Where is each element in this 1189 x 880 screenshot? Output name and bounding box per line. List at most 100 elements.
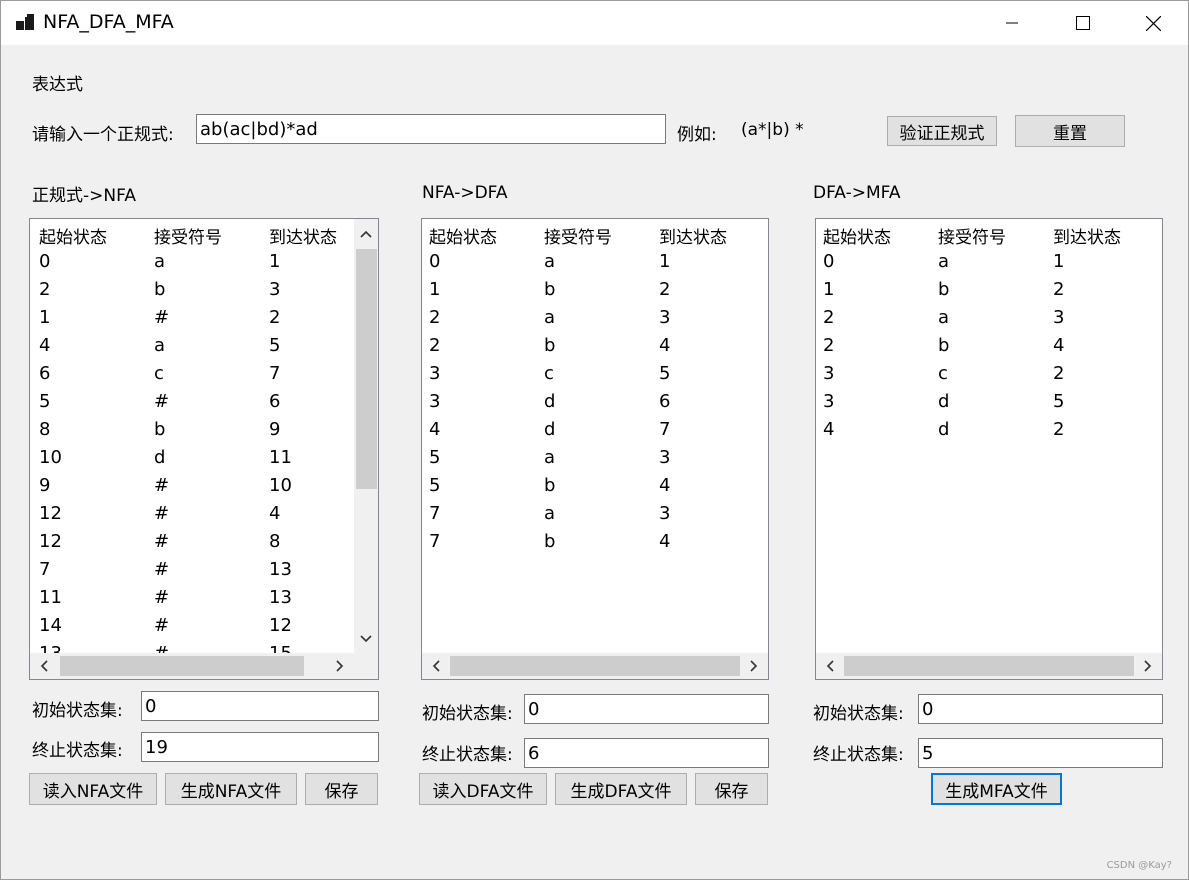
list-item[interactable]: 5 b 4: [422, 475, 768, 503]
generate-nfa-file-button[interactable]: 生成NFA文件: [165, 773, 297, 805]
close-button[interactable]: [1118, 1, 1188, 45]
cell-symbol: c: [938, 363, 948, 384]
scroll-right-button[interactable]: [1134, 653, 1162, 679]
column-header-target[interactable]: 到达状态: [1053, 223, 1121, 248]
list-item[interactable]: 1 b 2: [816, 279, 1162, 307]
list-item[interactable]: 2 b 4: [816, 335, 1162, 363]
list-item[interactable]: 7 b 4: [422, 531, 768, 559]
list-item[interactable]: 3 d 6: [422, 391, 768, 419]
chevron-left-icon: [432, 660, 440, 672]
list-item[interactable]: 3 c 2: [816, 363, 1162, 391]
minimize-button[interactable]: [977, 1, 1047, 45]
cell-symbol: b: [154, 279, 166, 300]
column-header-symbol[interactable]: 接受符号: [544, 223, 612, 248]
cell-target-state: 4: [659, 335, 671, 356]
chevron-right-icon: [336, 660, 344, 672]
column-header-start[interactable]: 起始状态: [823, 223, 891, 248]
cell-start-state: 12: [39, 531, 62, 552]
mfa-final-input[interactable]: 5: [918, 738, 1163, 768]
list-item[interactable]: 4 a 5: [30, 335, 378, 363]
cell-start-state: 10: [39, 447, 62, 468]
cell-target-state: 4: [659, 531, 671, 552]
scroll-left-button[interactable]: [816, 653, 844, 679]
list-item[interactable]: 1 b 2: [422, 279, 768, 307]
cell-start-state: 1: [823, 279, 835, 300]
scroll-down-button[interactable]: [354, 624, 378, 654]
cell-target-state: 5: [269, 335, 281, 356]
list-item[interactable]: 0 a 1: [816, 251, 1162, 279]
cell-start-state: 0: [39, 251, 51, 272]
dfa-horizontal-scroll-thumb[interactable]: [450, 656, 740, 676]
save-dfa-button[interactable]: 保存: [695, 773, 768, 805]
list-item[interactable]: 2 a 3: [816, 307, 1162, 335]
column-header-symbol[interactable]: 接受符号: [154, 223, 222, 248]
list-item[interactable]: 7 #13: [30, 559, 378, 587]
nfa-horizontal-scrollbar[interactable]: [30, 653, 354, 679]
generate-mfa-file-button[interactable]: 生成MFA文件: [931, 773, 1062, 805]
list-item[interactable]: 7 a 3: [422, 503, 768, 531]
read-nfa-file-button[interactable]: 读入NFA文件: [29, 773, 157, 805]
cell-start-state: 7: [39, 559, 51, 580]
cell-symbol: b: [938, 279, 950, 300]
list-item[interactable]: 2 b 4: [422, 335, 768, 363]
column-header-symbol[interactable]: 接受符号: [938, 223, 1006, 248]
regex-input[interactable]: ab(ac|bd)*ad: [196, 114, 666, 144]
list-item[interactable]: 9 #10: [30, 475, 378, 503]
mfa-horizontal-scroll-thumb[interactable]: [844, 656, 1134, 676]
mfa-transition-list[interactable]: 起始状态 接受符号 到达状态 0 a 1 1 b 2 2 a 3 2 b 4 3 c 2 3 d 5 4 d 2: [815, 218, 1163, 680]
list-item[interactable]: 2 b 3: [30, 279, 378, 307]
generate-dfa-file-button[interactable]: 生成DFA文件: [555, 773, 687, 805]
nfa-initial-input[interactable]: 0: [141, 691, 379, 721]
main-window: NFA_DFA_MFA 表达式 请输入一个正规式: ab(ac|bd)*ad 例…: [0, 0, 1189, 880]
scroll-left-button[interactable]: [422, 653, 450, 679]
list-item[interactable]: 5 a 3: [422, 447, 768, 475]
dfa-final-input[interactable]: 6: [524, 738, 769, 768]
list-item[interactable]: 12 #8: [30, 531, 378, 559]
validate-regex-button[interactable]: 验证正规式: [887, 116, 997, 146]
list-item[interactable]: 3 d 5: [816, 391, 1162, 419]
list-item[interactable]: 10 d 11: [30, 447, 378, 475]
list-item[interactable]: 2 a 3: [422, 307, 768, 335]
nfa-vertical-scroll-thumb[interactable]: [356, 249, 377, 489]
scroll-right-button[interactable]: [326, 653, 354, 679]
nfa-transition-list[interactable]: 起始状态 接受符号 到达状态 0 a 1 2 b 3 1 #2 4 a 5 6 c 7 5 #6 8 b 9 10 d 1…: [29, 218, 379, 680]
column-header-target[interactable]: 到达状态: [659, 223, 727, 248]
title-bar[interactable]: NFA_DFA_MFA: [1, 1, 1188, 45]
list-item[interactable]: 0 a 1: [422, 251, 768, 279]
list-item[interactable]: 0 a 1: [30, 251, 378, 279]
column-header-target[interactable]: 到达状态: [269, 223, 337, 248]
list-item[interactable]: 5 #6: [30, 391, 378, 419]
mfa-initial-label: 初始状态集:: [813, 704, 904, 724]
list-item[interactable]: 6 c 7: [30, 363, 378, 391]
cell-start-state: 4: [823, 419, 835, 440]
mfa-horizontal-scrollbar[interactable]: [816, 653, 1162, 679]
list-item[interactable]: 4 d 2: [816, 419, 1162, 447]
nfa-final-input[interactable]: 19: [141, 732, 379, 762]
column-header-start[interactable]: 起始状态: [429, 223, 497, 248]
maximize-button[interactable]: [1048, 1, 1118, 45]
cell-target-state: 6: [269, 391, 281, 412]
column-header-start[interactable]: 起始状态: [39, 223, 107, 248]
nfa-vertical-scrollbar[interactable]: [354, 219, 378, 653]
scroll-left-button[interactable]: [30, 653, 58, 679]
list-item[interactable]: 1 #2: [30, 307, 378, 335]
dfa-final-label: 终止状态集:: [422, 745, 513, 765]
list-item[interactable]: 14 #12: [30, 615, 378, 643]
list-item[interactable]: 12 #4: [30, 503, 378, 531]
nfa-horizontal-scroll-thumb[interactable]: [60, 656, 304, 676]
scroll-right-button[interactable]: [740, 653, 768, 679]
reset-button[interactable]: 重置: [1015, 115, 1125, 147]
list-item[interactable]: 8 b 9: [30, 419, 378, 447]
mfa-initial-input[interactable]: 0: [918, 694, 1163, 724]
dfa-transition-list[interactable]: 起始状态 接受符号 到达状态 0a11b22a32b43c53d64d75a35…: [421, 218, 769, 680]
scroll-up-button[interactable]: [354, 219, 378, 249]
list-item[interactable]: 3 c 5: [422, 363, 768, 391]
save-nfa-button[interactable]: 保存: [305, 773, 378, 805]
list-item[interactable]: 4 d 7: [422, 419, 768, 447]
cell-target-state: 3: [269, 279, 281, 300]
read-dfa-file-button[interactable]: 读入DFA文件: [419, 773, 547, 805]
dfa-initial-input[interactable]: 0: [524, 694, 769, 724]
cell-start-state: 6: [39, 363, 51, 384]
list-item[interactable]: 11 #13: [30, 587, 378, 615]
dfa-horizontal-scrollbar[interactable]: [422, 653, 768, 679]
